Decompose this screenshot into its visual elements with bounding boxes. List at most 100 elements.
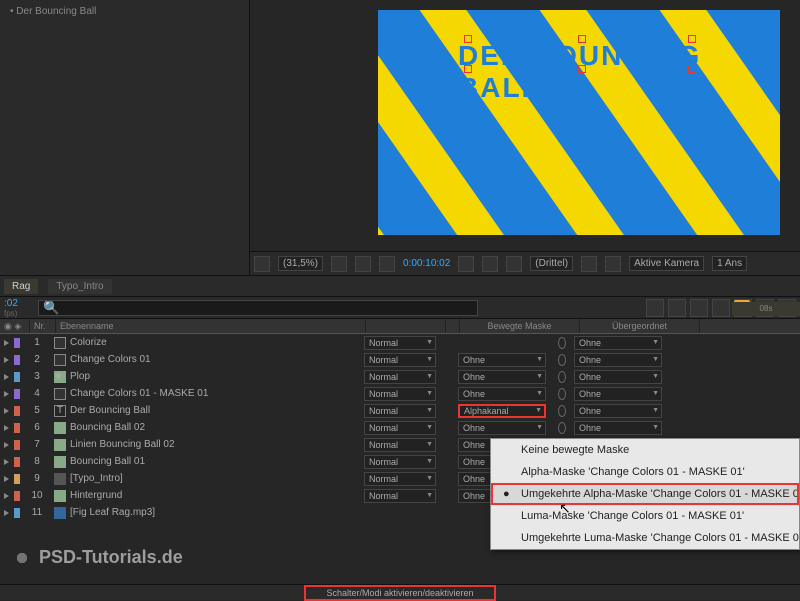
layer-color-chip[interactable]	[14, 440, 20, 450]
views-select[interactable]: 1 Ans	[712, 256, 747, 271]
layer-name[interactable]: Colorize	[70, 337, 107, 348]
dropdown-item-luma[interactable]: Luma-Maske 'Change Colors 01 - MASKE 01'	[491, 505, 799, 527]
blend-mode-select[interactable]: Normal	[364, 387, 436, 401]
selection-handle[interactable]	[688, 35, 696, 43]
layer-search-input[interactable]	[38, 300, 478, 316]
current-timecode[interactable]: :02	[4, 298, 34, 309]
layer-color-chip[interactable]	[14, 457, 20, 467]
layer-color-chip[interactable]	[14, 491, 20, 501]
zoom-select[interactable]: (31,5%)	[278, 256, 323, 271]
layer-name[interactable]: Plop	[70, 371, 90, 382]
pickwhip-icon[interactable]	[558, 405, 566, 417]
project-panel[interactable]: Der Bouncing Ball	[0, 0, 250, 275]
composition-preview[interactable]: DER BOUNCING BALL	[378, 10, 780, 235]
layer-row[interactable]: 3 ★ Plop Normal Ohne Ohne	[0, 368, 800, 385]
blend-mode-select[interactable]: Normal	[364, 353, 436, 367]
layer-row[interactable]: 5 T Der Bouncing Ball Normal Alphakanal …	[0, 402, 800, 419]
transparency-icon[interactable]	[355, 256, 371, 272]
comp-mini-flow-icon[interactable]	[646, 299, 664, 317]
parent-select[interactable]: Ohne	[574, 370, 662, 384]
dropdown-item-alpha[interactable]: Alpha-Maske 'Change Colors 01 - MASKE 01…	[491, 461, 799, 483]
motion-blur-icon[interactable]	[712, 299, 730, 317]
track-matte-select[interactable]: Alphakanal	[458, 404, 546, 418]
layer-type-icon	[54, 354, 66, 366]
frame-blend-icon[interactable]	[690, 299, 708, 317]
layer-color-chip[interactable]	[14, 423, 20, 433]
layer-name[interactable]: Der Bouncing Ball	[70, 405, 150, 416]
layer-color-chip[interactable]	[14, 355, 20, 365]
layer-color-chip[interactable]	[14, 508, 20, 518]
layer-color-chip[interactable]	[14, 406, 20, 416]
bouncing-ball-shape	[398, 60, 430, 92]
grid-icon[interactable]	[254, 256, 270, 272]
layer-number: 9	[24, 470, 50, 487]
layer-color-chip[interactable]	[14, 338, 20, 348]
layer-name[interactable]: Change Colors 01 - MASKE 01	[70, 388, 208, 399]
layer-name[interactable]: Bouncing Ball 02	[70, 422, 145, 433]
blend-mode-select[interactable]: Normal	[364, 455, 436, 469]
layer-number: 8	[24, 453, 50, 470]
track-matte-select[interactable]: Ohne	[458, 387, 546, 401]
selection-handle[interactable]	[688, 65, 696, 73]
grid-toggle-icon[interactable]	[605, 256, 621, 272]
timecode-display[interactable]: 0:00:10:02	[403, 258, 450, 269]
layer-name[interactable]: Hintergrund	[70, 490, 122, 501]
pickwhip-icon[interactable]	[558, 354, 566, 366]
blend-mode-select[interactable]: Normal	[364, 370, 436, 384]
parent-select[interactable]: Ohne	[574, 387, 662, 401]
resolution-select[interactable]: (Drittel)	[530, 256, 573, 271]
resolution-icon[interactable]	[331, 256, 347, 272]
track-matte-select[interactable]: Ohne	[458, 370, 546, 384]
blend-mode-select[interactable]: Normal	[364, 489, 436, 503]
track-matte-dropdown[interactable]: Keine bewegte Maske Alpha-Maske 'Change …	[490, 438, 800, 550]
parent-select[interactable]: Ohne	[574, 421, 662, 435]
dropdown-item-alpha-inverted[interactable]: Umgekehrte Alpha-Maske 'Change Colors 01…	[491, 483, 799, 505]
layer-name[interactable]: Bouncing Ball 01	[70, 456, 145, 467]
selection-handle[interactable]	[578, 65, 586, 73]
timeline-tab[interactable]: Typo_Intro	[48, 279, 111, 294]
blend-mode-select[interactable]: Normal	[364, 421, 436, 435]
blend-mode-select[interactable]: Normal	[364, 404, 436, 418]
layer-name[interactable]: [Fig Leaf Rag.mp3]	[70, 507, 155, 518]
mask-icon[interactable]	[379, 256, 395, 272]
layer-row[interactable]: 6 Bouncing Ball 02 Normal Ohne Ohne	[0, 419, 800, 436]
draft-3d-icon[interactable]	[668, 299, 686, 317]
dropdown-item-luma-inverted[interactable]: Umgekehrte Luma-Maske 'Change Colors 01 …	[491, 527, 799, 549]
track-matte-select[interactable]: Ohne	[458, 353, 546, 367]
layer-color-chip[interactable]	[14, 474, 20, 484]
dropdown-item-none[interactable]: Keine bewegte Maske	[491, 439, 799, 461]
blend-mode-select[interactable]: Normal	[364, 438, 436, 452]
layer-row[interactable]: 4 Change Colors 01 - MASKE 01 Normal Ohn…	[0, 385, 800, 402]
blend-mode-select[interactable]: Normal	[364, 472, 436, 486]
toggle-switches-modes-button[interactable]: Schalter/Modi aktivieren/deaktivieren	[304, 585, 495, 601]
layer-row[interactable]: 1 Colorize Normal Ohne	[0, 334, 800, 351]
roi-icon[interactable]	[581, 256, 597, 272]
layer-color-chip[interactable]	[14, 389, 20, 399]
blend-mode-select[interactable]: Normal	[364, 336, 436, 350]
layer-name[interactable]: [Typo_Intro]	[70, 473, 123, 484]
parent-select[interactable]: Ohne	[574, 336, 662, 350]
pickwhip-icon[interactable]	[558, 422, 566, 434]
selection-handle[interactable]	[578, 35, 586, 43]
layer-row[interactable]: 2 Change Colors 01 Normal Ohne Ohne	[0, 351, 800, 368]
layer-color-chip[interactable]	[14, 372, 20, 382]
pickwhip-icon[interactable]	[558, 337, 566, 349]
selection-handle[interactable]	[464, 35, 472, 43]
project-tab[interactable]: Der Bouncing Ball	[4, 4, 245, 19]
color-mgmt-icon[interactable]	[506, 256, 522, 272]
snapshot-icon[interactable]	[458, 256, 474, 272]
track-matte-select[interactable]: Ohne	[458, 421, 546, 435]
timeline-ruler[interactable]: 08s	[732, 302, 800, 316]
layer-name[interactable]: Linien Bouncing Ball 02	[70, 439, 175, 450]
timeline-tab[interactable]: Rag	[4, 279, 38, 294]
layer-name[interactable]: Change Colors 01	[70, 354, 151, 365]
fps-label: fps)	[4, 309, 34, 318]
composition-title-text[interactable]: DER BOUNCING BALL	[458, 40, 780, 104]
pickwhip-icon[interactable]	[558, 371, 566, 383]
camera-select[interactable]: Aktive Kamera	[629, 256, 704, 271]
parent-select[interactable]: Ohne	[574, 353, 662, 367]
channel-icon[interactable]	[482, 256, 498, 272]
pickwhip-icon[interactable]	[558, 388, 566, 400]
parent-select[interactable]: Ohne	[574, 404, 662, 418]
selection-handle[interactable]	[464, 65, 472, 73]
